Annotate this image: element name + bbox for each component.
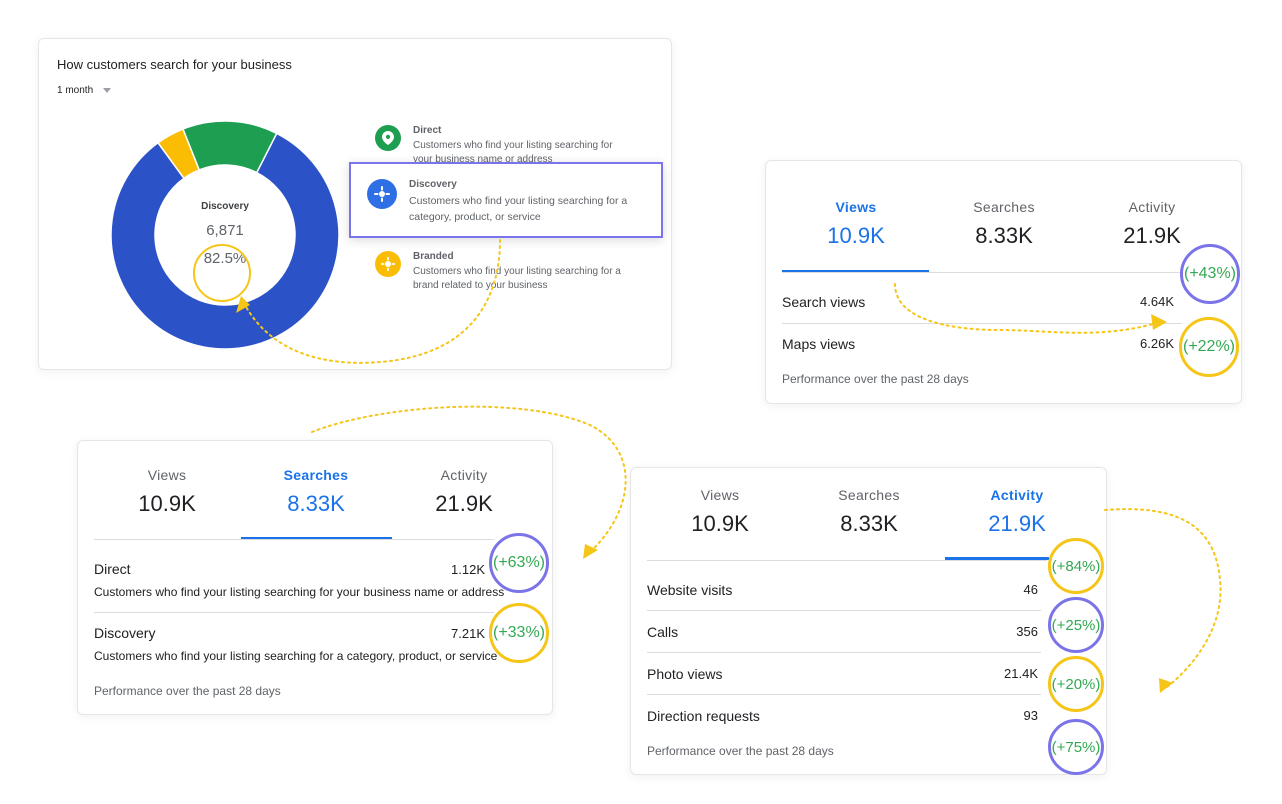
tab-value: 10.9K [138, 491, 196, 516]
tab-views[interactable]: Views 10.9K [117, 467, 217, 517]
tab-label: Views [700, 487, 740, 503]
chevron-down-icon [103, 87, 112, 93]
change-badge: (+84%) [1048, 538, 1104, 594]
change-badge: (+75%) [1048, 719, 1104, 775]
tab-activity[interactable]: Activity 21.9K [967, 487, 1067, 537]
footer-note: Performance over the past 28 days [782, 372, 969, 386]
card-title: How customers search for your business [57, 57, 292, 72]
divider [94, 539, 494, 540]
period-dropdown-label: 1 month [57, 85, 94, 96]
row-value: 1.12K [451, 562, 485, 577]
period-dropdown[interactable]: 1 month [57, 85, 112, 96]
row-label: Photo views [647, 666, 723, 682]
row-label: Search views [782, 294, 866, 310]
row-value: 6.26K [1140, 336, 1174, 351]
searches-card: Views 10.9K Searches 8.33K Activity 21.9… [77, 440, 553, 715]
row-value: 46 [1023, 582, 1038, 597]
tab-label: Views [835, 199, 877, 215]
legend-name: Discovery [409, 179, 457, 190]
footer-note: Performance over the past 28 days [94, 684, 281, 698]
tab-value: 10.9K [691, 511, 749, 536]
tab-views[interactable]: Views 10.9K [806, 199, 906, 249]
legend-description: Customers who find your listing searchin… [409, 195, 628, 223]
row-label: Maps views [782, 336, 856, 352]
highlight-circle [193, 244, 251, 302]
tab-label: Searches [838, 487, 900, 503]
divider [647, 694, 1041, 695]
tab-label: Activity [1128, 199, 1176, 215]
row-label: Discovery [94, 625, 156, 641]
change-badge: (+22%) [1179, 317, 1239, 377]
search-breakdown-card: How customers search for your business 1… [38, 38, 672, 370]
row-description: Customers who find your listing searchin… [94, 649, 498, 663]
divider [647, 610, 1041, 611]
row-label: Direct [94, 561, 131, 577]
tab-label: Searches [973, 199, 1035, 215]
divider [647, 652, 1041, 653]
discovery-gear-icon [367, 179, 397, 209]
legend-name: Branded [413, 251, 454, 262]
tab-views[interactable]: Views 10.9K [670, 487, 770, 537]
change-badge: (+20%) [1048, 656, 1104, 712]
tab-value: 21.9K [988, 511, 1046, 536]
tab-label: Activity [990, 487, 1044, 503]
legend-item-discovery: Discovery Customers who find your listin… [349, 162, 663, 238]
donut-center-value: 6,871 [206, 222, 244, 239]
change-badge: (+43%) [1180, 244, 1240, 304]
footer-note: Performance over the past 28 days [647, 744, 834, 758]
row-value: 93 [1023, 708, 1038, 723]
row-value: 7.21K [451, 626, 485, 641]
arrow-head-icon [1159, 678, 1173, 693]
row-label: Calls [647, 624, 679, 640]
divider [782, 323, 1182, 324]
row-description: Customers who find your listing searchin… [94, 585, 505, 599]
tab-searches[interactable]: Searches 8.33K [954, 199, 1054, 249]
tab-value: 10.9K [827, 223, 885, 248]
donut-slice-discovery [111, 132, 339, 349]
activity-card: Views 10.9K Searches 8.33K Activity 21.9… [630, 467, 1107, 775]
tab-value: 21.9K [1123, 223, 1181, 248]
tab-value: 21.9K [435, 491, 493, 516]
change-badge: (+63%) [489, 533, 549, 593]
row-label: Direction requests [647, 708, 760, 724]
tab-activity[interactable]: Activity 21.9K [1102, 199, 1202, 249]
tab-value: 8.33K [287, 491, 345, 516]
row-label: Website visits [647, 582, 733, 598]
row-value: 4.64K [1140, 294, 1174, 309]
tab-label: Views [147, 467, 187, 483]
legend-description: Customers who find your listing searchin… [413, 266, 621, 291]
location-pin-icon [375, 125, 401, 151]
tab-value: 8.33K [975, 223, 1033, 248]
branded-sun-icon [375, 251, 401, 277]
change-badge: (+33%) [489, 603, 549, 663]
arrow-head-icon [583, 544, 598, 559]
tab-value: 8.33K [840, 511, 898, 536]
annotation-arrow [1104, 508, 1222, 688]
row-value: 21.4K [1004, 666, 1038, 681]
legend-name: Direct [413, 125, 442, 136]
divider [94, 612, 494, 613]
tab-label: Activity [440, 467, 488, 483]
row-value: 356 [1016, 624, 1038, 639]
tab-label: Searches [283, 467, 349, 483]
tab-searches[interactable]: Searches 8.33K [266, 467, 366, 517]
tab-searches[interactable]: Searches 8.33K [819, 487, 919, 537]
divider [782, 272, 1182, 273]
donut-center-label: Discovery [201, 201, 249, 212]
change-badge: (+25%) [1048, 597, 1104, 653]
views-card: Views 10.9K Searches 8.33K Activity 21.9… [765, 160, 1242, 404]
tab-activity[interactable]: Activity 21.9K [414, 467, 514, 517]
divider [647, 560, 1047, 561]
